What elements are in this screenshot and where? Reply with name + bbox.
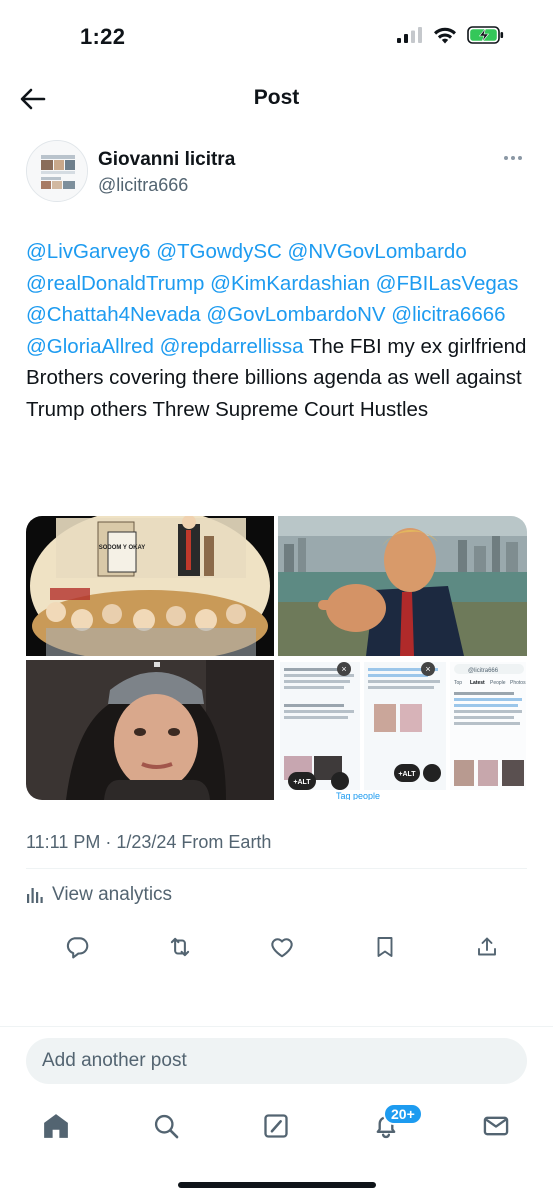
media-pointing-portrait[interactable]	[278, 516, 527, 656]
mention-link[interactable]: @KimKardashian	[210, 272, 370, 295]
tab-messages[interactable]	[478, 1108, 514, 1144]
author-handle[interactable]: @licitra666	[98, 175, 188, 196]
tab-search[interactable]	[148, 1108, 184, 1144]
svg-text:×: ×	[341, 664, 346, 674]
screenshot-tab: People	[490, 680, 506, 686]
share-icon	[478, 937, 496, 956]
reply-composer	[0, 1026, 553, 1096]
avatar[interactable]	[26, 140, 88, 202]
reply-icon	[66, 937, 89, 959]
mention-link[interactable]: @Chattah4Nevada	[26, 303, 201, 326]
screenshot-tab: Photos	[510, 680, 526, 686]
tag-people-link[interactable]: Tag people	[336, 791, 380, 800]
svg-text:+ALT: +ALT	[398, 771, 416, 778]
notifications-badge: 20+	[383, 1103, 423, 1125]
view-analytics-link[interactable]: View analytics	[26, 884, 172, 906]
mention-link[interactable]: @FBILasVegas	[376, 272, 519, 295]
like-button[interactable]	[267, 932, 297, 962]
bookmark-icon	[377, 937, 392, 957]
author-name[interactable]: Giovanni licitra	[98, 149, 235, 171]
status-time: 1:22	[80, 24, 126, 49]
cellular-signal-icon	[397, 27, 422, 43]
bottom-tab-bar	[0, 1098, 553, 1158]
post-actions	[62, 930, 502, 964]
heart-icon	[271, 938, 293, 958]
media-cartoon[interactable]: SODOM Y OKAY	[26, 516, 274, 656]
avatar-image	[27, 141, 87, 201]
divider	[26, 868, 527, 869]
mention-link[interactable]: @repdarrellissa	[160, 335, 304, 358]
view-analytics-label[interactable]: View analytics	[52, 884, 172, 906]
mention-link[interactable]: @TGowdySC	[156, 240, 282, 263]
status-icons	[397, 26, 505, 44]
page-title: Post	[253, 86, 300, 109]
mention-link[interactable]: @realDonaldTrump	[26, 272, 204, 295]
nav-bar: Post	[0, 76, 553, 122]
reply-button[interactable]	[62, 932, 92, 962]
tab-compose[interactable]	[258, 1108, 294, 1144]
post-text: @LivGarvey6 @TGowdySC @NVGovLombardo @re…	[26, 236, 531, 425]
bar-chart-icon	[27, 888, 43, 903]
share-button[interactable]	[472, 932, 502, 962]
wifi-icon	[434, 27, 456, 43]
cartoon-newspaper-text: SODOM Y OKAY	[99, 545, 146, 551]
mention-link[interactable]: @GovLombardoNV	[206, 303, 385, 326]
tab-home[interactable]	[38, 1108, 74, 1144]
add-another-post-input[interactable]	[26, 1038, 527, 1084]
status-bar: 1:22	[0, 0, 553, 76]
mention-link[interactable]: @NVGovLombardo	[288, 240, 467, 263]
search-icon	[154, 1114, 179, 1139]
mention-link[interactable]: @GloriaAllred	[26, 335, 154, 358]
repost-icon	[170, 937, 189, 957]
screenshot-search-query: @licitra666	[468, 668, 499, 674]
more-dots-icon[interactable]	[504, 152, 524, 164]
mention-link[interactable]: @licitra6666	[391, 303, 505, 326]
svg-text:×: ×	[425, 664, 430, 674]
media-grid: SODOM Y OKAY × +ALT Tag people × +ALT @l…	[26, 516, 527, 800]
screenshot-tab: Top	[454, 680, 462, 686]
repost-button[interactable]	[165, 932, 195, 962]
bookmark-button[interactable]	[370, 932, 400, 962]
home-indicator	[178, 1182, 376, 1188]
screenshot-tab: Latest	[470, 680, 485, 686]
post-author: Giovanni licitra @licitra666	[26, 140, 526, 206]
battery-charging-icon	[467, 26, 504, 44]
compose-icon	[264, 1114, 288, 1138]
alt-badge: +ALT	[293, 779, 311, 786]
mention-link[interactable]: @LivGarvey6	[26, 240, 151, 263]
home-icon	[44, 1114, 68, 1138]
post-timestamp: 11:11 PM · 1/23/24 From Earth	[26, 832, 272, 852]
mail-icon	[483, 1116, 509, 1136]
media-screenshot-collage[interactable]: × +ALT Tag people × +ALT @licitra666 Top…	[278, 660, 527, 800]
media-selfie[interactable]	[26, 660, 274, 800]
